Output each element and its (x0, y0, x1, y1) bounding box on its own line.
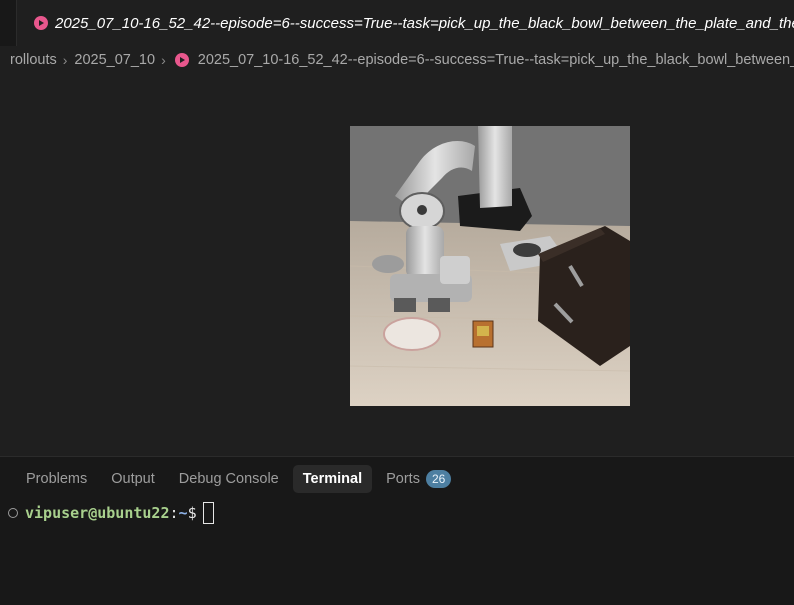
simulation-video-frame[interactable] (350, 126, 630, 406)
bottom-panel: Problems Output Debug Console Terminal P… (0, 456, 794, 605)
tab-output[interactable]: Output (101, 465, 165, 493)
breadcrumb-item-date[interactable]: 2025_07_10 (74, 52, 155, 68)
chevron-right-icon: › (161, 52, 166, 68)
robot-scene-image (350, 126, 630, 406)
editor-tab-bar: 2025_07_10-16_52_42--episode=6--success=… (0, 0, 794, 46)
ports-count-badge: 26 (425, 470, 452, 488)
tab-ports-label: Ports (386, 471, 420, 487)
play-circle-icon (34, 16, 48, 30)
breadcrumb-item-file[interactable]: 2025_07_10-16_52_42--episode=6--success=… (198, 52, 794, 68)
chevron-right-icon: › (62, 52, 68, 68)
prompt-user-host: vipuser@ubuntu22 (25, 504, 170, 522)
breadcrumb-item-rollouts[interactable]: rollouts (10, 52, 57, 68)
tab-debug-console[interactable]: Debug Console (169, 465, 289, 493)
terminal-cursor[interactable] (202, 502, 214, 524)
editor-tab-active[interactable]: 2025_07_10-16_52_42--episode=6--success=… (16, 0, 794, 46)
play-circle-icon (174, 53, 189, 67)
circle-outline-icon (8, 508, 18, 518)
terminal-prompt-line[interactable]: vipuser@ubuntu22 : ~ $ (8, 502, 214, 524)
breadcrumb: rollouts › 2025_07_10 › 2025_07_10-16_52… (0, 48, 794, 72)
tab-title: 2025_07_10-16_52_42--episode=6--success=… (55, 14, 794, 32)
prompt-symbol: $ (187, 504, 197, 522)
prompt-path: ~ (178, 504, 188, 522)
panel-tabs: Problems Output Debug Console Terminal P… (16, 465, 461, 493)
media-preview (0, 72, 794, 456)
tab-problems[interactable]: Problems (16, 465, 97, 493)
tab-ports[interactable]: Ports 26 (376, 465, 461, 493)
prompt-separator: : (169, 504, 179, 522)
tab-terminal[interactable]: Terminal (292, 465, 373, 493)
